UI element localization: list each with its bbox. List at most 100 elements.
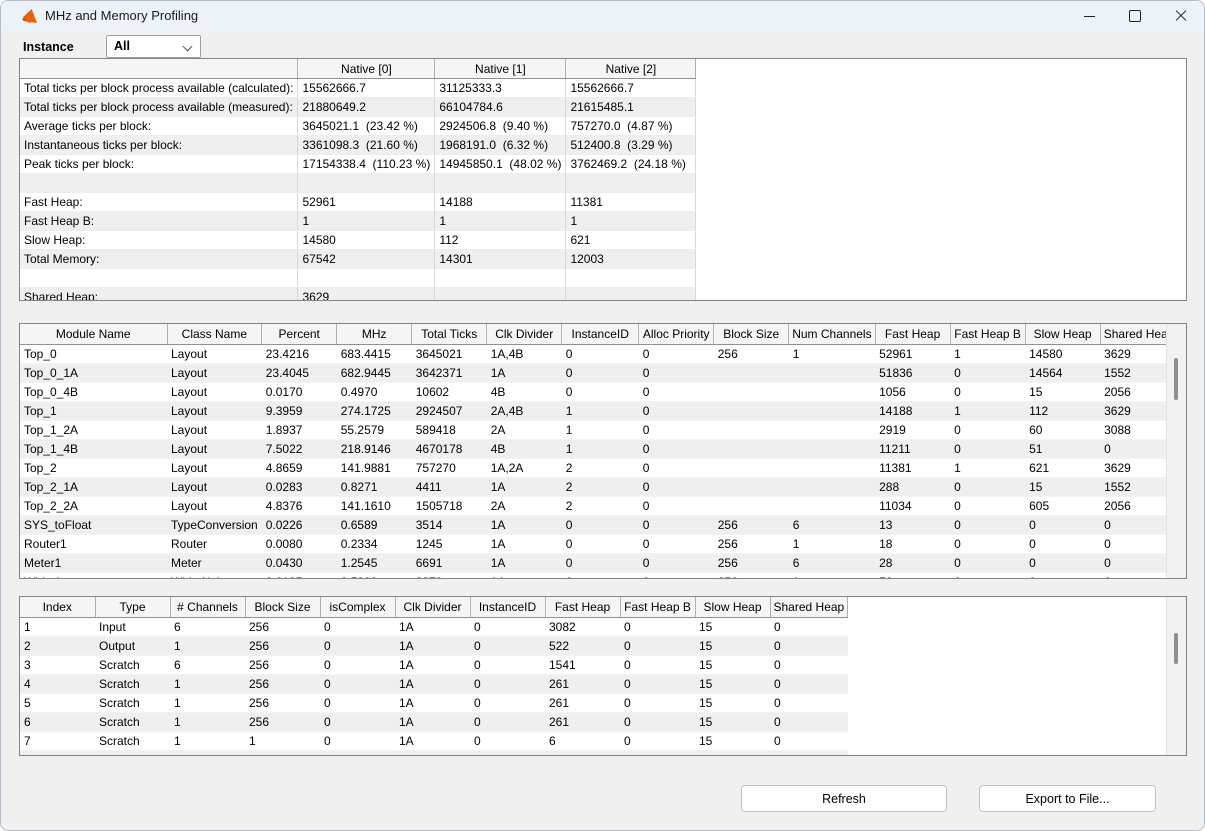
table-cell: 1	[566, 212, 696, 231]
table-cell: 6	[170, 656, 245, 675]
table-row: Shared Heap:3629	[20, 288, 696, 302]
table-cell: 0.0080	[262, 535, 337, 554]
table-cell: 0	[470, 675, 545, 694]
table-cell: 1A	[487, 516, 562, 535]
table-cell: 2A,4B	[487, 402, 562, 421]
table-row[interactable]: Router1Router0.00800.233412451A002561180…	[20, 535, 1178, 554]
table-row[interactable]: 4Scratch125601A02610150	[20, 675, 848, 694]
table-cell: 0	[1025, 554, 1100, 573]
column-header: Clk Divider	[487, 324, 562, 345]
column-header: Percent	[262, 324, 337, 345]
instance-dropdown[interactable]: All	[106, 35, 201, 58]
table-cell: 1A	[395, 675, 470, 694]
table-row[interactable]: Top_0_4BLayout0.01700.4970106024B0010560…	[20, 383, 1178, 402]
table-cell: 3514	[412, 516, 487, 535]
chevron-down-icon	[183, 42, 193, 52]
table-row[interactable]: SYS_toFloatTypeConversion0.02260.6589351…	[20, 516, 1178, 535]
table-cell: 15562666.7	[298, 79, 435, 98]
table-cell: 0	[320, 751, 395, 757]
column-header: InstanceID	[562, 324, 639, 345]
minimize-button[interactable]	[1066, 1, 1112, 31]
table-cell: 12003	[566, 250, 696, 269]
table-cell: Scratch	[95, 656, 170, 675]
table-row[interactable]: 8Scratch125601A02610150	[20, 751, 848, 757]
table-row[interactable]: Top_1_4BLayout7.5022218.914646701784B101…	[20, 440, 1178, 459]
scrollbar-thumb[interactable]	[1174, 633, 1178, 664]
table-cell: 1	[298, 212, 435, 231]
maximize-button[interactable]	[1112, 1, 1158, 31]
table-row[interactable]: 1Input625601A030820150	[20, 618, 848, 637]
table-cell: 0	[620, 618, 695, 637]
title-bar[interactable]: MHz and Memory Profiling	[1, 1, 1204, 31]
table-row[interactable]: Top_1_2ALayout1.893755.25795894182A10291…	[20, 421, 1178, 440]
table-row[interactable]: White1WhiteNoise0.01850.539928791A002561…	[20, 573, 1178, 580]
table-cell: Scratch	[95, 732, 170, 751]
table-cell: 21615485.1	[566, 98, 696, 117]
table-cell: 0	[950, 554, 1025, 573]
table-row[interactable]: Top_2_2ALayout4.8376141.161015057182A201…	[20, 497, 1178, 516]
table-row[interactable]: 7Scratch1101A060150	[20, 732, 848, 751]
table-cell: 0	[639, 554, 714, 573]
table-cell: 256	[714, 535, 789, 554]
buffer-vertical-scrollbar[interactable]	[1166, 597, 1186, 755]
table-cell	[566, 269, 696, 288]
column-header: Fast Heap	[875, 324, 950, 345]
table-row[interactable]: 3Scratch625601A015410150	[20, 656, 848, 675]
table-cell: 11034	[875, 497, 950, 516]
table-row[interactable]: 6Scratch125601A02610150	[20, 713, 848, 732]
table-cell: 512400.8 (3.29 %)	[566, 136, 696, 155]
table-cell: 2A	[487, 421, 562, 440]
table-cell: TypeConversion	[167, 516, 262, 535]
close-button[interactable]	[1158, 1, 1204, 31]
refresh-button[interactable]: Refresh	[741, 785, 947, 812]
table-cell: 1	[20, 618, 95, 637]
summary-table: Native [0]Native [1]Native [2] Total tic…	[20, 59, 696, 301]
table-cell: 2879	[412, 573, 487, 580]
table-cell: 0	[620, 732, 695, 751]
table-cell	[714, 459, 789, 478]
table-cell: Layout	[167, 421, 262, 440]
table-cell: Meter	[167, 554, 262, 573]
table-cell: Scratch	[95, 751, 170, 757]
table-cell: 1968191.0 (6.32 %)	[435, 136, 566, 155]
table-cell: 0	[320, 675, 395, 694]
table-cell: 0	[470, 618, 545, 637]
table-row[interactable]: Top_2Layout4.8659141.98817572701A,2A2011…	[20, 459, 1178, 478]
table-cell: 28	[875, 554, 950, 573]
table-cell: 256	[245, 675, 320, 694]
column-header: Fast Heap B	[950, 324, 1025, 345]
table-row[interactable]: Top_0_1ALayout23.4045682.944536423711A00…	[20, 364, 1178, 383]
table-cell: 8	[20, 751, 95, 757]
table-cell: 0	[1025, 516, 1100, 535]
table-row[interactable]: Top_1Layout9.3959274.172529245072A,4B101…	[20, 402, 1178, 421]
scrollbar-thumb[interactable]	[1174, 358, 1178, 400]
column-header: Alloc Priority	[639, 324, 714, 345]
table-cell: 1A	[487, 573, 562, 580]
table-cell: 9.3959	[262, 402, 337, 421]
table-row[interactable]: Top_0Layout23.4216683.441536450211A,4B00…	[20, 345, 1178, 364]
table-row[interactable]: Top_2_1ALayout0.02830.827144111A20288015…	[20, 478, 1178, 497]
module-vertical-scrollbar[interactable]	[1166, 324, 1186, 578]
table-cell: 0	[562, 554, 639, 573]
module-table-panel: Module NameClass NamePercentMHzTotal Tic…	[19, 323, 1187, 579]
table-cell: 23.4216	[262, 345, 337, 364]
table-cell: 1.2545	[337, 554, 412, 573]
table-cell: 1A	[395, 694, 470, 713]
table-row[interactable]: Meter1Meter0.04301.254566911A00256628000	[20, 554, 1178, 573]
table-cell: 256	[245, 618, 320, 637]
table-cell: 0	[639, 383, 714, 402]
table-row[interactable]: 2Output125601A05220150	[20, 637, 848, 656]
table-cell	[714, 421, 789, 440]
table-cell: 0	[620, 637, 695, 656]
table-cell: 0	[1025, 535, 1100, 554]
table-cell	[789, 459, 875, 478]
column-header: InstanceID	[470, 597, 545, 618]
table-cell: SYS_toFloat	[20, 516, 167, 535]
table-cell: 0	[770, 656, 848, 675]
table-row[interactable]: 5Scratch125601A02610150	[20, 694, 848, 713]
table-cell: 0	[639, 535, 714, 554]
export-button[interactable]: Export to File...	[979, 785, 1156, 812]
table-row: Instantaneous ticks per block:3361098.3 …	[20, 136, 696, 155]
table-cell	[20, 269, 298, 288]
table-cell: 0	[950, 573, 1025, 580]
